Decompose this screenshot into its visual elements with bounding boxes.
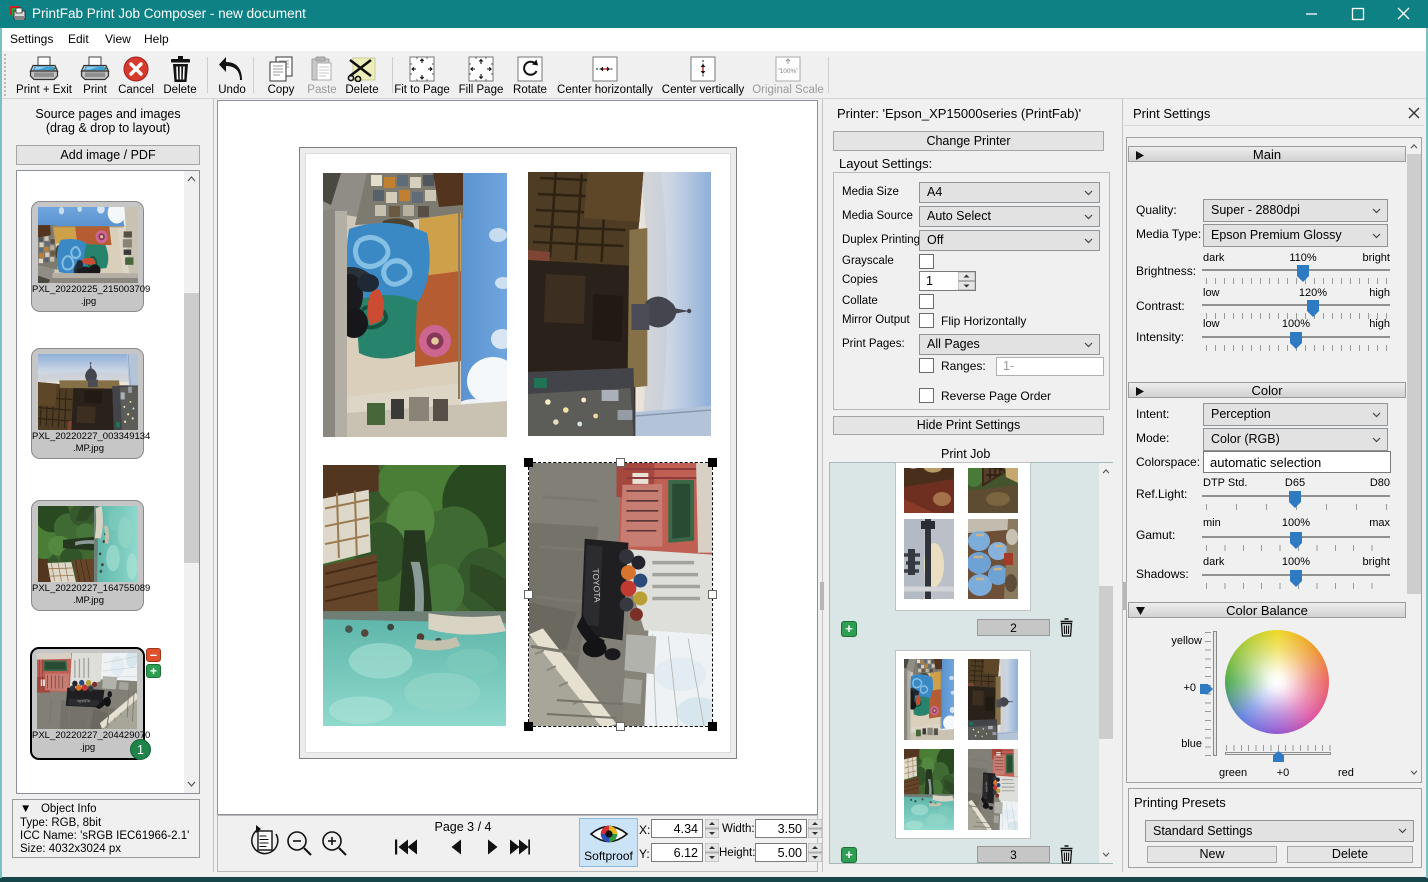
svg-text:100%: 100% (780, 68, 797, 75)
